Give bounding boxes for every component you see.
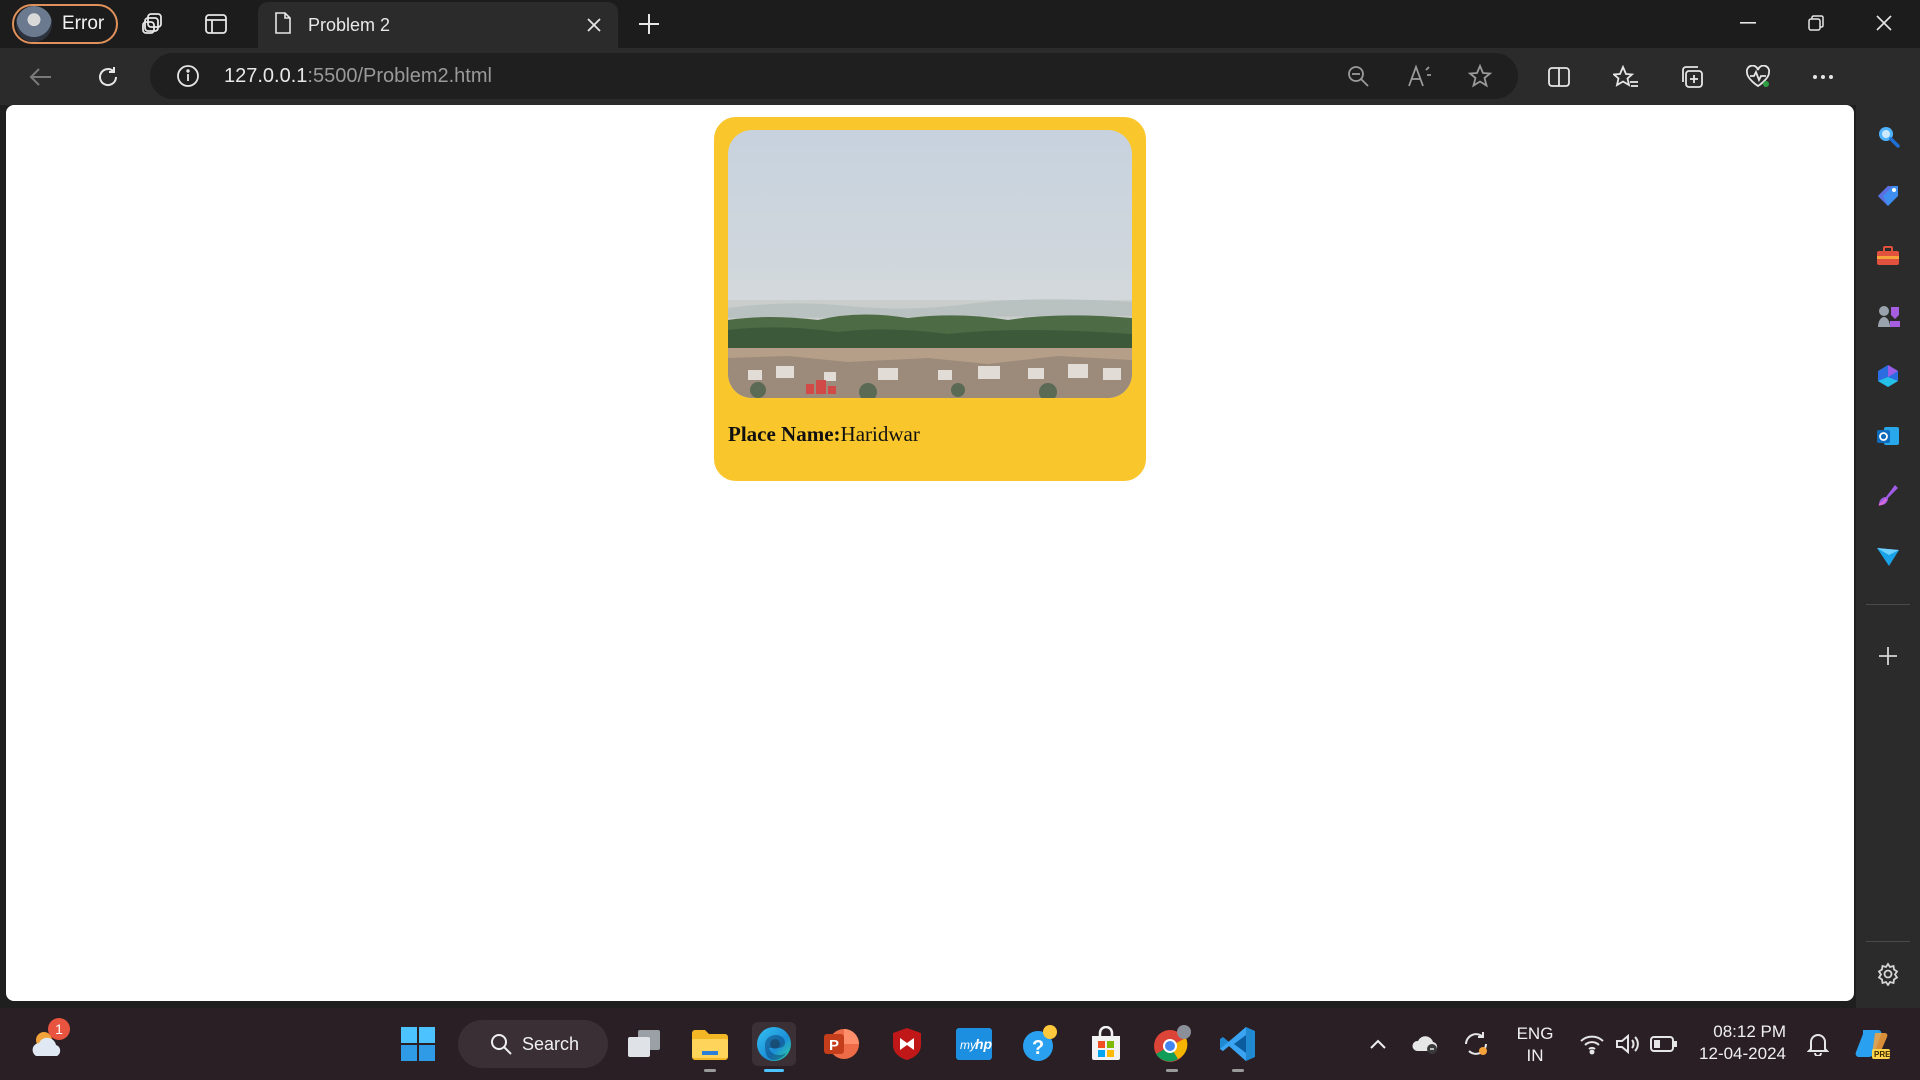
volume-icon[interactable]: [1610, 1022, 1646, 1066]
restore-icon[interactable]: [1784, 0, 1848, 46]
taskbar-search-label: Search: [522, 1033, 580, 1054]
new-tab-icon[interactable]: [633, 8, 665, 40]
page-icon: [274, 11, 292, 39]
place-name-label: Place Name:: [728, 422, 841, 446]
add-icon[interactable]: [1872, 640, 1904, 672]
weather-badge: 1: [48, 1018, 70, 1040]
address-bar[interactable]: 127.0.0.1:5500/Problem2.html: [150, 53, 1518, 99]
tab-title: Problem 2: [308, 14, 391, 35]
close-window-icon[interactable]: [1852, 0, 1916, 46]
avatar: [16, 6, 52, 42]
browser-essentials-icon[interactable]: [1741, 60, 1775, 94]
title-bar: Error Problem 2: [0, 0, 1920, 48]
taskbar-search[interactable]: Search: [458, 1020, 608, 1068]
url-path: :5500/Problem2.html: [307, 65, 492, 87]
svg-text:P: P: [829, 1037, 839, 1054]
bing-icon[interactable]: [1872, 360, 1904, 392]
vscode-icon[interactable]: [1216, 1022, 1260, 1072]
tools-icon[interactable]: [1872, 240, 1904, 272]
chrome-running-indicator: [1166, 1069, 1178, 1072]
svg-text:hp: hp: [975, 1036, 993, 1052]
search-icon[interactable]: [1872, 120, 1904, 152]
mcafee-icon[interactable]: [885, 1022, 929, 1066]
file-explorer-running-indicator: [704, 1069, 716, 1072]
myhp-icon[interactable]: my hp: [952, 1022, 996, 1066]
read-aloud-icon[interactable]: [1404, 60, 1436, 92]
url-host: 127.0.0.1: [224, 65, 308, 87]
workspaces-icon[interactable]: [137, 8, 169, 40]
language-line-2: IN: [1526, 1046, 1544, 1065]
designer-icon[interactable]: [1872, 480, 1904, 512]
close-icon[interactable]: [580, 11, 608, 39]
collections-icon[interactable]: [1675, 60, 1709, 94]
profile-label: Error: [62, 13, 105, 34]
minimize-icon[interactable]: [1716, 0, 1780, 46]
task-view-icon[interactable]: [622, 1022, 666, 1066]
chrome-icon[interactable]: [1150, 1022, 1194, 1072]
settings-icon[interactable]: [1872, 958, 1904, 990]
clock[interactable]: 08:12 PM 12-04-2024: [1690, 1021, 1786, 1065]
vertical-tabs-icon[interactable]: [200, 8, 232, 40]
back-icon[interactable]: [24, 60, 58, 94]
svg-text:?: ?: [1032, 1037, 1044, 1059]
search-glass-icon: [491, 1034, 512, 1055]
edge-sidebar: [1856, 48, 1920, 1008]
place-name: Place Name:Haridwar: [728, 422, 920, 447]
copilot-taskbar-icon[interactable]: PRE: [1850, 1022, 1894, 1066]
weather-icon[interactable]: 1: [26, 1018, 70, 1066]
navigation-bar: 127.0.0.1:5500/Problem2.html: [0, 48, 1920, 105]
place-card: Place Name:Haridwar: [714, 117, 1146, 481]
language-line-1: ENG: [1516, 1024, 1554, 1043]
store-icon[interactable]: [1084, 1022, 1128, 1066]
battery-icon[interactable]: [1646, 1022, 1682, 1066]
favorite-star-icon[interactable]: [1464, 60, 1496, 92]
favorites-icon[interactable]: [1609, 60, 1643, 94]
place-photo: [728, 130, 1132, 398]
outlook-icon[interactable]: [1872, 420, 1904, 452]
page-viewport: Place Name:Haridwar: [6, 105, 1854, 1001]
start-icon[interactable]: [396, 1022, 440, 1066]
clock-time: 08:12 PM: [1713, 1022, 1786, 1041]
info-icon[interactable]: [172, 60, 204, 92]
taskbar: 1 Search P my hp ? ENG IN 08:12 PM 12-04…: [0, 1008, 1920, 1080]
wifi-icon[interactable]: [1574, 1022, 1610, 1066]
drop-icon[interactable]: [1872, 540, 1904, 572]
svg-text:PRE: PRE: [1874, 1050, 1890, 1059]
clock-date: 12-04-2024: [1699, 1044, 1786, 1063]
get-help-icon[interactable]: ?: [1018, 1022, 1062, 1066]
onedrive-icon[interactable]: [1408, 1022, 1444, 1066]
file-explorer-icon[interactable]: [688, 1022, 732, 1072]
games-icon[interactable]: [1872, 300, 1904, 332]
sync-icon[interactable]: [1458, 1022, 1494, 1066]
chevron-up-icon[interactable]: [1360, 1022, 1396, 1066]
shopping-icon[interactable]: [1872, 180, 1904, 212]
profile-button[interactable]: Error: [12, 4, 119, 44]
sidebar-divider: [1866, 604, 1910, 605]
refresh-icon[interactable]: [91, 60, 125, 94]
url-text[interactable]: 127.0.0.1:5500/Problem2.html: [224, 65, 492, 88]
more-icon[interactable]: [1806, 60, 1840, 94]
edge-active-indicator: [764, 1069, 784, 1072]
split-screen-icon[interactable]: [1542, 60, 1576, 94]
powerpoint-icon[interactable]: P: [819, 1022, 863, 1066]
language-indicator[interactable]: ENG IN: [1506, 1023, 1564, 1067]
place-name-value: Haridwar: [840, 422, 920, 446]
vscode-running-indicator: [1232, 1069, 1244, 1072]
notifications-bell-icon[interactable]: [1800, 1022, 1836, 1066]
tab-problem-2[interactable]: Problem 2: [258, 2, 618, 48]
zoom-out-icon[interactable]: [1342, 60, 1374, 92]
sidebar-divider-bottom: [1866, 941, 1910, 942]
edge-icon[interactable]: [752, 1022, 796, 1072]
